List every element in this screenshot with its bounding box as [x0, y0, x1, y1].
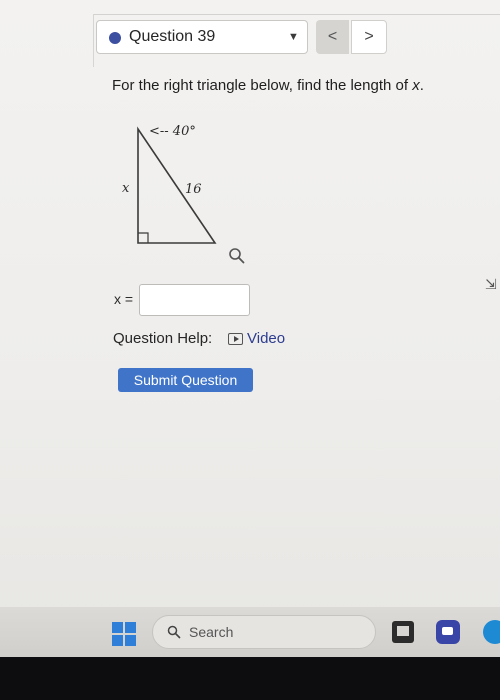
video-help-link[interactable]: Video	[228, 330, 285, 347]
answer-input[interactable]	[139, 284, 250, 316]
screen-bezel	[0, 657, 500, 700]
windows-start-icon[interactable]	[112, 622, 136, 646]
answer-label: x =	[114, 291, 134, 307]
side-label-hypotenuse: 16	[185, 182, 202, 197]
prompt-variable: x	[412, 77, 420, 94]
right-angle-marker	[138, 232, 149, 243]
angle-label: <-- 40°	[149, 124, 196, 139]
chevron-down-icon: ▼	[288, 31, 299, 43]
side-label-x: x	[122, 181, 130, 196]
question-label: Question 39	[129, 28, 216, 45]
teams-icon[interactable]	[436, 620, 460, 644]
prompt-end: .	[419, 77, 424, 94]
next-question-button[interactable]: >	[351, 20, 387, 54]
submit-question-button[interactable]: Submit Question	[118, 368, 253, 392]
question-prompt: For the right triangle below, find the l…	[112, 77, 424, 94]
triangle-shape	[137, 126, 217, 244]
taskbar-search-placeholder: Search	[189, 624, 234, 640]
previous-question-button[interactable]: <	[316, 20, 349, 54]
video-icon	[228, 333, 243, 345]
question-status-dot	[109, 32, 121, 44]
taskbar-app-icon[interactable]	[392, 621, 414, 643]
prompt-text: For the right triangle below, find the l…	[112, 77, 413, 94]
taskbar: Search	[0, 607, 500, 657]
video-link-label: Video	[247, 330, 286, 347]
cursor-icon: ⇲	[485, 276, 497, 292]
taskbar-search-box[interactable]: Search	[152, 615, 376, 649]
question-help-label: Question Help:	[113, 330, 213, 347]
screen: Question 39 ▼ < > For the right triangle…	[0, 0, 500, 700]
edge-icon[interactable]	[483, 620, 500, 644]
magnifier-icon[interactable]	[228, 247, 246, 265]
question-select[interactable]: Question 39 ▼	[96, 20, 308, 54]
search-icon	[167, 625, 181, 639]
